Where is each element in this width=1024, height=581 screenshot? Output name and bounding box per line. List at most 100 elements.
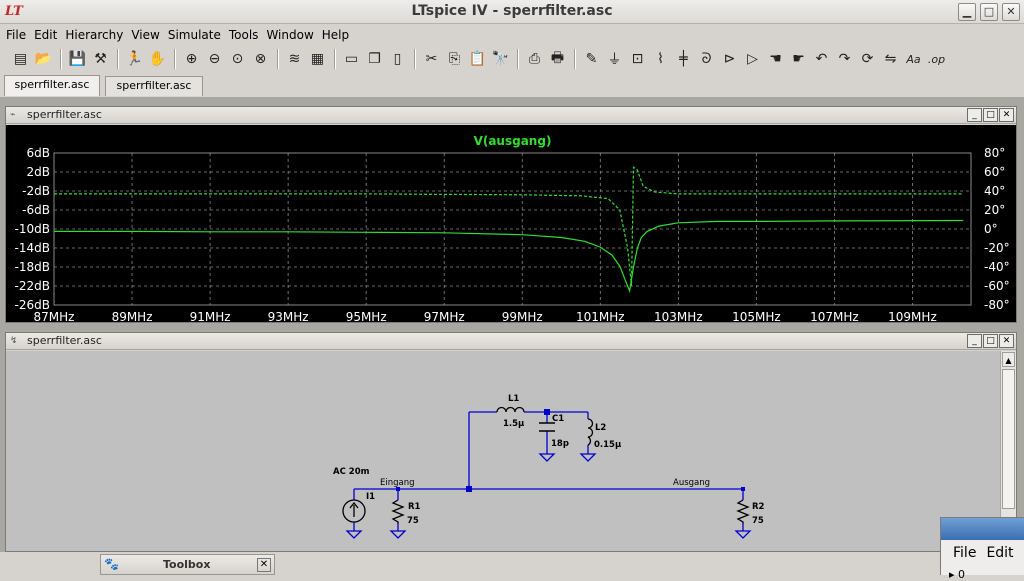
tab-sperrfilter-2[interactable]: sperrfilter.asc xyxy=(105,76,203,96)
inductor-l1[interactable] xyxy=(496,406,525,413)
tile-horizontal-icon[interactable]: ▭ xyxy=(341,48,362,70)
x-tick-label: 109MHz xyxy=(888,310,937,322)
control-panel-icon[interactable]: ⚒ xyxy=(90,48,111,70)
text-icon[interactable]: Aa xyxy=(903,48,924,70)
y-tick-label-left: -10dB xyxy=(15,222,50,236)
x-tick-label: 89MHz xyxy=(112,310,153,322)
phase-trace[interactable] xyxy=(54,166,964,287)
minimize-button[interactable]: ▁ xyxy=(958,3,976,21)
plot-maximize-button[interactable]: □ xyxy=(983,108,998,122)
schematic-minimize-button[interactable]: _ xyxy=(967,334,982,348)
print-setup-icon[interactable]: ⎙ xyxy=(524,48,545,70)
maximize-button[interactable]: □ xyxy=(980,3,998,21)
zoom-in-icon[interactable]: ⊕ xyxy=(181,48,202,70)
menu-view[interactable]: View xyxy=(127,28,163,42)
autorange-icon[interactable]: ≋ xyxy=(284,48,305,70)
copy-icon[interactable]: ⎘ xyxy=(444,48,465,70)
cut-icon[interactable]: ✂ xyxy=(421,48,442,70)
y-tick-label-right: 80° xyxy=(984,146,1005,160)
magnitude-trace[interactable] xyxy=(54,219,964,293)
undo-icon[interactable]: ↶ xyxy=(811,48,832,70)
y-tick-label-left: -2dB xyxy=(22,184,50,198)
save-icon[interactable]: 💾 xyxy=(67,48,88,70)
y-tick-label-left: 2dB xyxy=(27,165,50,179)
inductor-l2[interactable] xyxy=(587,418,594,446)
y-tick-label-right: -40° xyxy=(984,260,1010,274)
menu-file[interactable]: File xyxy=(2,28,30,42)
diode-icon[interactable]: ⊳ xyxy=(719,48,740,70)
scroll-up-arrow-icon[interactable]: ▲ xyxy=(1002,352,1015,367)
close-button[interactable]: ✕ xyxy=(1002,3,1020,21)
move-icon[interactable]: ☚ xyxy=(765,48,786,70)
y-tick-label-left: -18dB xyxy=(15,260,50,274)
print-icon[interactable]: 🖶 xyxy=(547,48,568,70)
bode-chart[interactable]: 6dB 80° 2dB 60° -2dB 40° -6dB 20° -10dB 0° -14dB -2… xyxy=(6,125,1016,324)
scroll-thumb[interactable] xyxy=(1002,369,1015,509)
paste-icon[interactable]: 📋 xyxy=(467,48,488,70)
cascade-icon[interactable]: ❐ xyxy=(364,48,385,70)
tab-sperrfilter-1[interactable]: sperrfilter.asc xyxy=(4,75,100,96)
toolbox-close-button[interactable]: ✕ xyxy=(257,558,271,572)
x-tick-label: 93MHz xyxy=(268,310,309,322)
resistor-icon[interactable]: ⌇ xyxy=(650,48,671,70)
label-i1-name: I1 xyxy=(366,492,375,502)
chart-title: V(ausgang) xyxy=(474,134,552,148)
ground-icon[interactable]: ⏚ xyxy=(604,48,625,70)
net-label-eingang: Eingang xyxy=(380,478,415,488)
x-tick-label: 95MHz xyxy=(346,310,387,322)
schematic-canvas[interactable]: L1 1.5µ C1 18p L2 0.15µ AC 20m I1 R1 75 … xyxy=(6,351,1000,551)
plot-area[interactable]: 6dB 80° 2dB 60° -2dB 40° -6dB 20° -10dB 0° -14dB -2… xyxy=(6,125,1016,324)
current-source-i1[interactable] xyxy=(342,499,366,523)
wire-icon[interactable]: ✎ xyxy=(581,48,602,70)
toolbar-separator xyxy=(174,49,175,69)
y-tick-label-right: 60° xyxy=(984,165,1005,179)
spice-directive-icon[interactable]: .op xyxy=(926,48,947,70)
capacitor-c1[interactable] xyxy=(539,422,555,432)
toolbox-window[interactable]: 🐾 Toolbox ✕ xyxy=(100,554,275,575)
secondary-menu-edit[interactable]: Edit xyxy=(986,545,1013,561)
schematic-drawing[interactable]: L1 1.5µ C1 18p L2 0.15µ AC 20m I1 R1 75 … xyxy=(6,351,1000,551)
label-c1-value: 18p xyxy=(551,439,569,449)
menu-simulate[interactable]: Simulate xyxy=(164,28,225,42)
grid-icon[interactable]: ▦ xyxy=(307,48,328,70)
new-schematic-icon[interactable]: ▤ xyxy=(10,48,31,70)
secondary-window-titlebar[interactable] xyxy=(941,518,1024,540)
plot-minimize-button[interactable]: _ xyxy=(967,108,982,122)
menu-tools[interactable]: Tools xyxy=(225,28,263,42)
mirror-icon[interactable]: ⇋ xyxy=(880,48,901,70)
capacitor-icon[interactable]: ╪ xyxy=(673,48,694,70)
menu-help[interactable]: Help xyxy=(318,28,353,42)
zoom-cancel-icon[interactable]: ⊗ xyxy=(250,48,271,70)
tile-vertical-icon[interactable]: ▯ xyxy=(387,48,408,70)
redo-icon[interactable]: ↷ xyxy=(834,48,855,70)
zoom-fit-icon[interactable]: ⊙ xyxy=(227,48,248,70)
open-icon[interactable]: 📂 xyxy=(33,48,54,70)
title-bar: LT LTspice IV - sperrfilter.asc ▁ □ ✕ xyxy=(0,0,1024,24)
y-tick-label-right: -80° xyxy=(984,298,1010,312)
schematic-maximize-button[interactable]: □ xyxy=(983,334,998,348)
resistor-r1[interactable] xyxy=(391,499,405,524)
secondary-menu-file[interactable]: File xyxy=(953,545,976,561)
label-icon[interactable]: ⊡ xyxy=(627,48,648,70)
toolbar: ▤ 📂 💾 ⚒ 🏃 ✋ ⊕ ⊖ ⊙ ⊗ ≋ ▦ ▭ ❐ ▯ ✂ ⎘ 📋 🔭 ⎙ 🖶 ✎ ⏚ ⊡ ⌇ ╪ ᘐ ⊳ ▷ ☚ ☛ ↶ ↷ ⟳ ⇋ Aa .op xyxy=(0,44,1024,74)
menu-window[interactable]: Window xyxy=(262,28,317,42)
inductor-icon[interactable]: ᘐ xyxy=(696,48,717,70)
menu-hierarchy[interactable]: Hierarchy xyxy=(61,28,127,42)
gimp-icon: 🐾 xyxy=(104,557,119,571)
halt-icon[interactable]: ✋ xyxy=(147,48,168,70)
y-tick-label-left: 6dB xyxy=(27,146,50,160)
plot-window-title: sperrfilter.asc xyxy=(27,108,102,121)
resistor-r2[interactable] xyxy=(736,499,750,524)
drag-icon[interactable]: ☛ xyxy=(788,48,809,70)
label-r1-value: 75 xyxy=(407,516,419,526)
schematic-close-button[interactable]: ✕ xyxy=(999,334,1014,348)
run-icon[interactable]: 🏃 xyxy=(124,48,145,70)
plot-close-button[interactable]: ✕ xyxy=(999,108,1014,122)
component-icon[interactable]: ▷ xyxy=(742,48,763,70)
label-c1-name: C1 xyxy=(552,414,564,424)
x-tick-label: 105MHz xyxy=(732,310,781,322)
menu-edit[interactable]: Edit xyxy=(30,28,61,42)
rotate-icon[interactable]: ⟳ xyxy=(857,48,878,70)
zoom-out-icon[interactable]: ⊖ xyxy=(204,48,225,70)
find-icon[interactable]: 🔭 xyxy=(490,48,511,70)
